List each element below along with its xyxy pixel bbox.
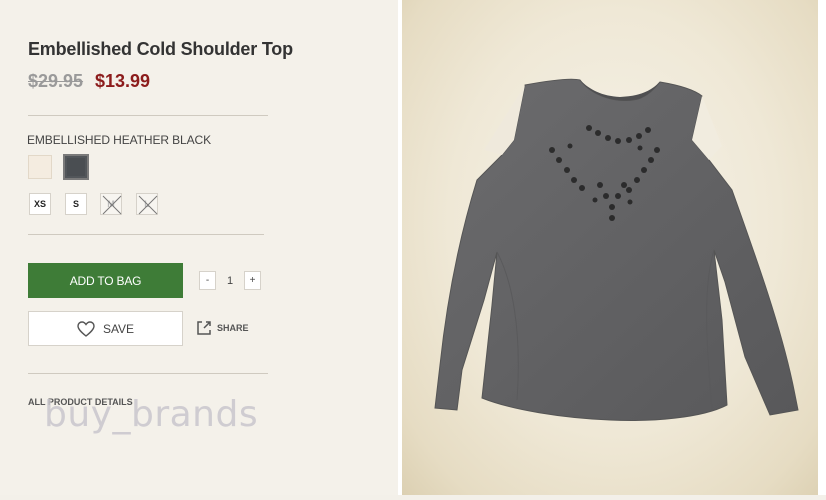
heart-icon: [77, 320, 95, 337]
product-title: Embellished Cold Shoulder Top: [28, 39, 293, 59]
product-photo: [402, 0, 826, 495]
quantity-decrease-button[interactable]: -: [199, 271, 216, 290]
top-garment-image: [434, 78, 799, 421]
save-button[interactable]: SAVE: [28, 311, 183, 346]
unavailable-cross-icon: [102, 195, 122, 215]
heather-black-swatch[interactable]: [63, 154, 89, 180]
quantity-value[interactable]: 1: [218, 271, 242, 290]
divider-line: [28, 373, 268, 374]
size-label: S: [72, 199, 79, 209]
size-s-button[interactable]: S: [65, 193, 87, 215]
size-l-button-unavailable[interactable]: L: [136, 193, 158, 215]
quantity-increase-button[interactable]: +: [244, 271, 261, 290]
size-xs-button[interactable]: XS: [29, 193, 51, 215]
watermark-text: buy_brands: [44, 394, 259, 435]
photo-edge: [818, 0, 826, 495]
natural-swatch[interactable]: [28, 155, 52, 179]
divider-line: [28, 234, 264, 235]
size-m-button-unavailable[interactable]: M: [100, 193, 122, 215]
divider-line: [28, 115, 268, 116]
unavailable-cross-icon: [138, 195, 158, 215]
sale-price: $13.99: [95, 71, 151, 91]
size-label: XS: [33, 199, 46, 209]
save-label: SAVE: [102, 321, 135, 336]
share-button[interactable]: SHARE: [196, 320, 249, 336]
share-icon: [197, 321, 211, 335]
selected-color-name: EMBELLISHED HEATHER BLACK: [27, 133, 211, 147]
original-price: $29.95: [28, 71, 84, 91]
add-to-bag-button[interactable]: ADD TO BAG: [28, 263, 183, 298]
share-label: SHARE: [217, 323, 249, 333]
